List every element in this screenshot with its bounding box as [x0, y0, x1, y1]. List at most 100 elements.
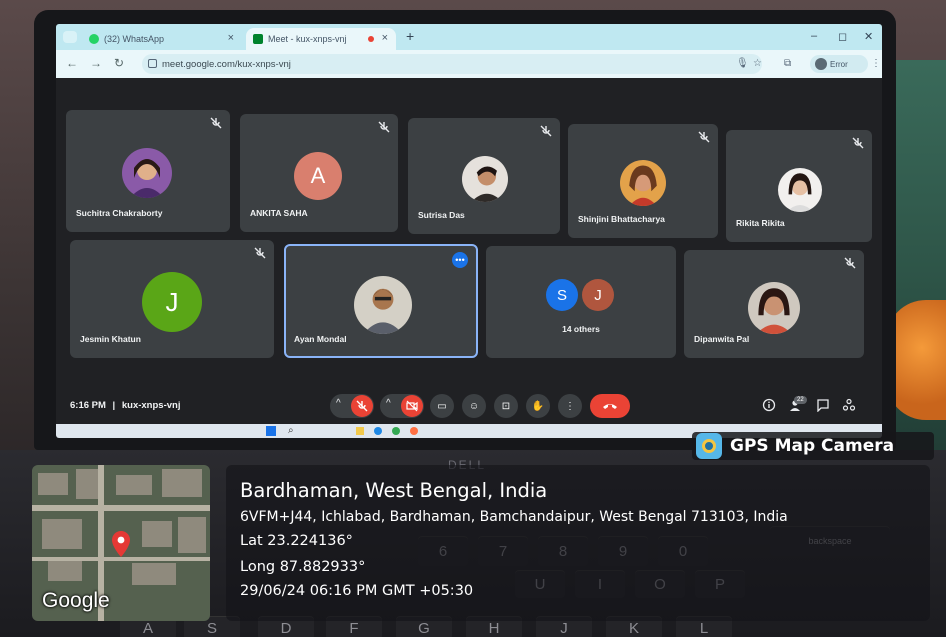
raise-hand-button[interactable]: ✋	[526, 394, 550, 418]
whatsapp-icon	[89, 34, 99, 44]
start-icon[interactable]	[266, 426, 276, 436]
avatar	[354, 276, 412, 334]
separator: |	[112, 400, 116, 411]
activities-icon[interactable]	[842, 398, 856, 412]
chat-icon[interactable]	[816, 398, 830, 413]
reload-icon[interactable]: ↻	[114, 56, 124, 70]
participant-tile[interactable]: Sutrisa Das	[408, 118, 560, 234]
participant-name: Suchitra Chakraborty	[76, 208, 163, 218]
avatar	[620, 160, 666, 206]
site-info-icon[interactable]	[148, 59, 157, 68]
participant-name: Jesmin Khatun	[80, 334, 141, 344]
avatar: J	[582, 279, 614, 311]
close-icon[interactable]: ×	[382, 32, 388, 44]
camera-off-icon	[401, 395, 423, 417]
others-tile[interactable]: S J 14 others	[486, 246, 676, 358]
participant-name: Shinjini Bhattacharya	[578, 214, 665, 224]
participant-name: Ayan Mondal	[294, 334, 347, 344]
bookmark-star-icon[interactable]: ☆	[753, 58, 762, 69]
mic-off-icon	[852, 136, 864, 149]
end-call-button[interactable]	[590, 394, 630, 418]
gps-brand-label: GPS Map Camera	[730, 436, 895, 456]
chevron-up-icon[interactable]: ^	[386, 398, 391, 409]
info-icon[interactable]	[762, 398, 776, 412]
mic-off-icon	[698, 130, 710, 143]
mic-off-icon	[378, 120, 390, 133]
emoji-icon: ☺	[468, 400, 480, 412]
chevron-up-icon[interactable]: ^	[336, 398, 341, 409]
camera-lens-icon	[696, 433, 722, 459]
mic-off-icon	[351, 395, 373, 417]
tab-meet[interactable]: Meet - kux-xnps-vnj ×	[246, 28, 396, 50]
extensions-icon[interactable]: ⧉	[784, 58, 791, 69]
search-icon[interactable]: ⌕	[288, 425, 294, 436]
avatar-letter: A	[310, 163, 326, 188]
people-icon[interactable]: 22	[788, 396, 807, 412]
avatar: S	[546, 279, 578, 311]
browser-toolbar: ← → ↻ meet.google.com/kux-xnps-vnj 🎙 ☆ ⧉…	[56, 50, 882, 78]
window-close-icon[interactable]: ✕	[864, 30, 873, 43]
meeting-info: 6:16 PM | kux-xnps-vnj	[70, 400, 180, 411]
menu-kebab-icon[interactable]: ⋮	[871, 58, 881, 69]
participant-tile[interactable]: A ANKITA SAHA	[240, 114, 398, 232]
minimize-icon[interactable]: –	[811, 30, 817, 42]
mic-off-icon	[254, 246, 266, 259]
browser-tab-bar: (32) WhatsApp × Meet - kux-xnps-vnj × + …	[56, 24, 882, 50]
mic-toggle-button[interactable]: ^	[330, 394, 374, 418]
mic-off-icon	[210, 116, 222, 129]
recording-dot-icon	[368, 36, 374, 42]
location-title: Bardhaman, West Bengal, India	[240, 479, 548, 502]
gps-info-panel: Bardhaman, West Bengal, India 6VFM+J44, …	[226, 465, 930, 621]
participant-tile[interactable]: J Jesmin Khatun	[70, 240, 274, 358]
tab-label: Meet - kux-xnps-vnj	[268, 34, 347, 44]
captions-icon: ▭	[437, 400, 447, 412]
new-tab-button[interactable]: +	[406, 28, 414, 44]
edge-icon[interactable]	[374, 427, 382, 435]
reactions-button[interactable]: ☺	[462, 394, 486, 418]
chrome-icon[interactable]	[392, 427, 400, 435]
more-options-button[interactable]: ⋮	[558, 394, 582, 418]
participant-name: Sutrisa Das	[418, 210, 465, 220]
participant-name: Rikita Rikita	[736, 218, 785, 228]
file-explorer-icon[interactable]	[356, 427, 364, 435]
participant-tile-active-speaker[interactable]: ••• Ayan Mondal	[284, 244, 478, 358]
participant-tile[interactable]: Shinjini Bhattacharya	[568, 124, 718, 238]
gps-map-thumbnail: Google	[32, 465, 210, 621]
longitude: Long 87.882933°	[240, 559, 366, 575]
back-icon[interactable]: ←	[66, 56, 78, 70]
location-pin-icon	[112, 531, 130, 557]
meeting-time: 6:16 PM	[70, 400, 106, 411]
tab-label: (32) WhatsApp	[104, 34, 165, 44]
mic-icon[interactable]: 🎙	[736, 58, 749, 69]
captions-button[interactable]: ▭	[430, 394, 454, 418]
avatar: A	[294, 152, 342, 200]
firefox-icon[interactable]	[410, 427, 418, 435]
avatar	[462, 156, 508, 202]
participant-tile[interactable]: Rikita Rikita	[726, 130, 872, 242]
present-screen-icon: ⊡	[501, 400, 511, 412]
participant-name: ANKITA SAHA	[250, 208, 308, 218]
tab-whatsapp[interactable]: (32) WhatsApp ×	[82, 28, 242, 50]
maximize-icon[interactable]: ◻	[838, 30, 847, 43]
avatar	[815, 58, 827, 70]
meeting-code: kux-xnps-vnj	[121, 400, 181, 411]
google-logo: Google	[42, 589, 110, 612]
people-count-badge: 22	[794, 396, 807, 404]
address-bar[interactable]: meet.google.com/kux-xnps-vnj	[142, 54, 762, 74]
camera-toggle-button[interactable]: ^	[380, 394, 424, 418]
avatar	[122, 148, 172, 198]
avatar	[778, 168, 822, 212]
participant-tile[interactable]: Suchitra Chakraborty	[66, 110, 230, 232]
mic-off-icon	[540, 124, 552, 137]
mic-off-icon	[844, 256, 856, 269]
more-options-icon[interactable]: •••	[452, 252, 468, 268]
participant-tile[interactable]: Dipanwita Pal	[684, 250, 864, 358]
tab-search-button[interactable]	[63, 31, 77, 43]
profile-button[interactable]: Error	[810, 55, 868, 73]
forward-icon[interactable]: →	[90, 56, 102, 70]
others-avatars: S J	[546, 279, 626, 313]
avatar: J	[142, 272, 202, 332]
avatar-letter: J	[165, 286, 179, 317]
close-icon[interactable]: ×	[228, 32, 234, 44]
present-button[interactable]: ⊡	[494, 394, 518, 418]
